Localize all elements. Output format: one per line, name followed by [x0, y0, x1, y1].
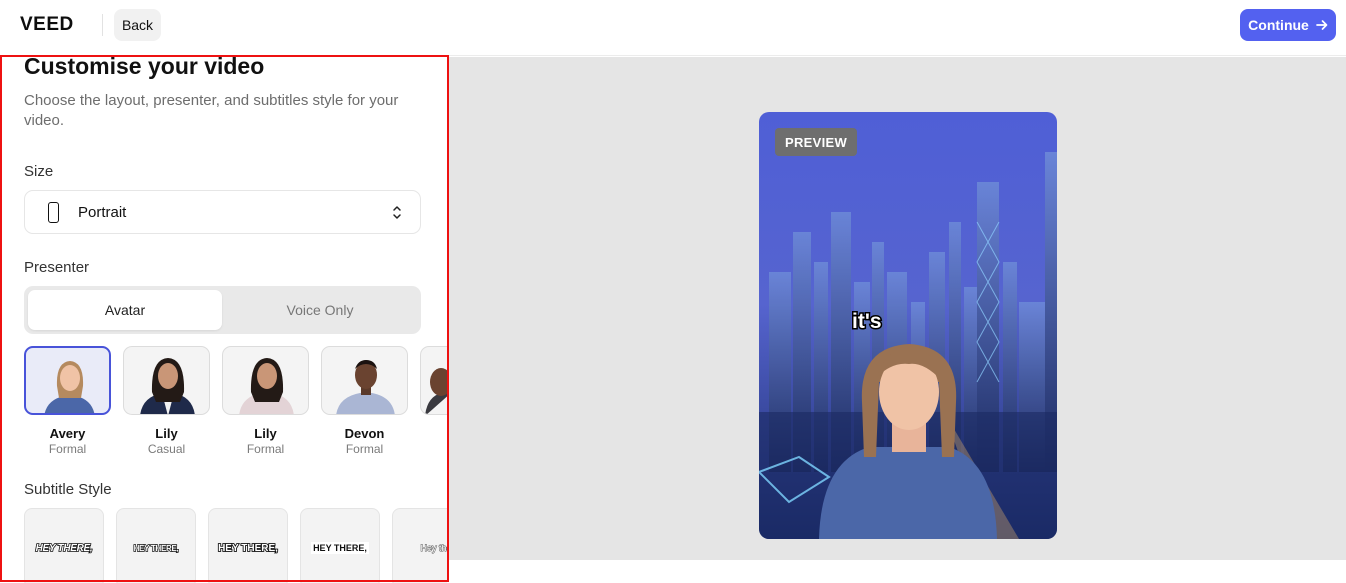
subtitle-style-option-4[interactable]: HEY THERE, [300, 508, 380, 583]
avatar-card-lily-casual[interactable]: Lily Casual [123, 346, 210, 456]
video-preview[interactable]: PREVIEW it's [759, 112, 1057, 539]
preview-badge: PREVIEW [775, 128, 857, 156]
avatar-thumbnail [420, 346, 447, 415]
avatar-name: Devon [321, 426, 408, 441]
chevron-up-down-icon [392, 204, 402, 221]
partial-avatar-portrait-image [421, 347, 447, 415]
continue-button-label: Continue [1248, 17, 1309, 33]
avatar-thumbnail [222, 346, 309, 415]
subtitle-style-option-5[interactable]: Hey there [392, 508, 447, 583]
avatar-thumbnail [321, 346, 408, 415]
lily-casual-portrait-image [124, 347, 210, 415]
avatar-card-devon[interactable]: Devon Formal [321, 346, 408, 456]
subtitle-style-option-2[interactable]: HEY THERE, [116, 508, 196, 583]
avatar-thumbnail [123, 346, 210, 415]
subtitle-style-sample: Hey there [420, 543, 447, 553]
back-button[interactable]: Back [114, 9, 161, 41]
subtitle-caption: it's [852, 310, 882, 334]
avatar-name: Lily [123, 426, 210, 441]
portrait-icon [48, 202, 59, 223]
subtitle-style-option-3[interactable]: HEY THERE, [208, 508, 288, 583]
avatar-list: Avery Formal Lily Casual [24, 346, 447, 456]
tab-avatar[interactable]: Avatar [28, 290, 222, 330]
arrow-right-icon [1316, 19, 1328, 31]
avatar-style: Formal [321, 442, 408, 456]
lily-formal-portrait-image [223, 347, 309, 415]
page-title: Customise your video [24, 57, 264, 80]
page-subtitle: Choose the layout, presenter, and subtit… [24, 91, 414, 131]
tab-voice-only[interactable]: Voice Only [223, 290, 417, 330]
city-background-image [759, 112, 1057, 539]
presenter-label: Presenter [24, 259, 89, 276]
top-bar: VEED Back Continue [0, 0, 1346, 56]
avatar-name: Avery [24, 426, 111, 441]
subtitle-style-sample: HEY THERE, [311, 542, 369, 554]
veed-logo[interactable]: VEED [20, 14, 74, 36]
continue-button[interactable]: Continue [1240, 9, 1336, 41]
logo-divider [102, 14, 103, 36]
subtitle-style-sample: HEY THERE, [134, 544, 179, 553]
devon-portrait-image [322, 347, 408, 415]
size-value: Portrait [78, 204, 126, 221]
subtitle-style-list: HEY THERE, HEY THERE, HEY THERE, HEY THE… [24, 508, 447, 583]
subtitle-style-option-1[interactable]: HEY THERE, [24, 508, 104, 583]
avatar-name: Lily [222, 426, 309, 441]
avatar-style: Formal [222, 442, 309, 456]
avatar-style: Formal [24, 442, 111, 456]
avatar-card-avery[interactable]: Avery Formal [24, 346, 111, 456]
customise-panel: Customise your video Choose the layout, … [0, 57, 447, 583]
avatar-thumbnail [24, 346, 111, 415]
subtitle-style-label: Subtitle Style [24, 481, 112, 498]
subtitle-style-sample: HEY THERE, [218, 543, 278, 554]
presenter-toggle: Avatar Voice Only [24, 286, 421, 334]
avatar-style: Casual [123, 442, 210, 456]
size-select[interactable]: Portrait [24, 190, 421, 234]
subtitle-style-sample: HEY THERE, [36, 543, 93, 554]
size-label: Size [24, 163, 53, 180]
avatar-card-lily-formal[interactable]: Lily Formal [222, 346, 309, 456]
avatar-card-partial[interactable] [420, 346, 447, 415]
avery-portrait-image [26, 348, 111, 415]
